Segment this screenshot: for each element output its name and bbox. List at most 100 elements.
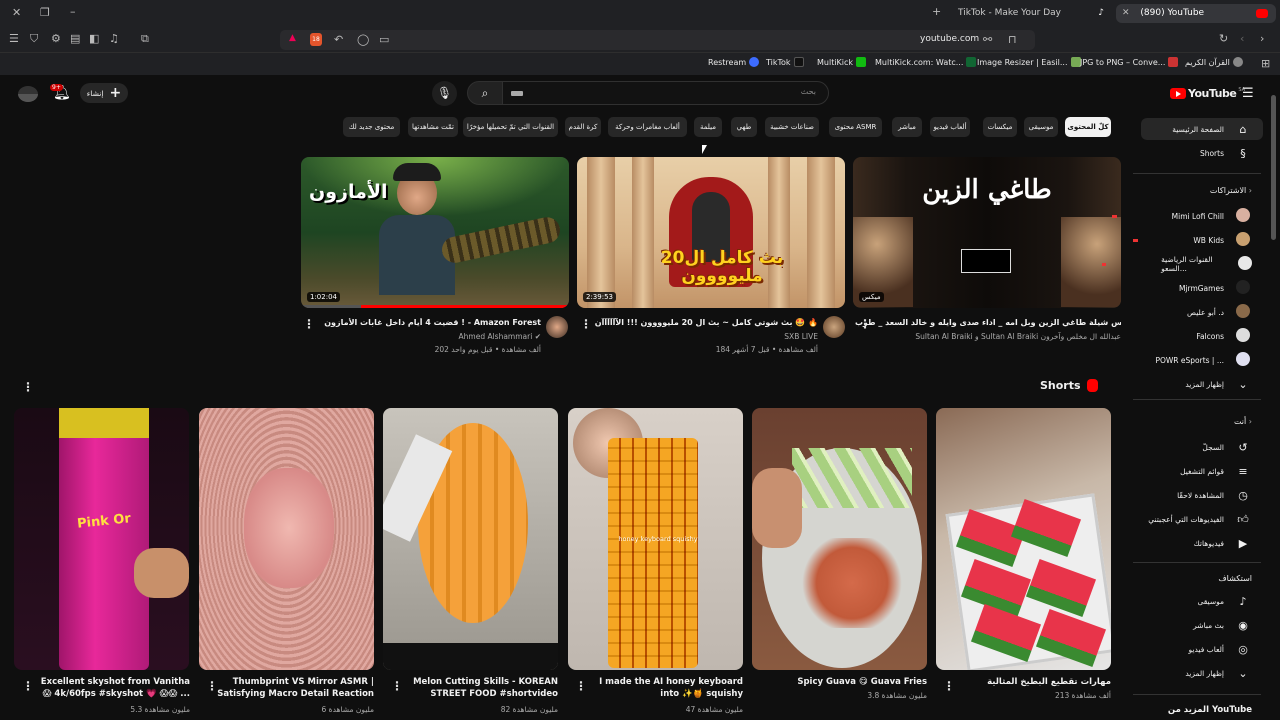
video-thumbnail[interactable]: الأمازون 1:02:04 [301, 157, 569, 308]
short-thumbnail[interactable] [752, 408, 927, 670]
sidebar-item-chevron-down[interactable]: إظهار المزيد ⌄ [1102, 662, 1252, 684]
close-window-icon[interactable]: ✕ [12, 6, 21, 19]
menu-icon[interactable]: ☰ [9, 32, 19, 45]
subscription-item[interactable]: د. أبو عليص [1102, 301, 1252, 323]
channel-avatar[interactable] [823, 316, 845, 338]
brave-rewards-icon[interactable]: ▲ [289, 33, 296, 43]
chip-7[interactable]: طهي [731, 117, 757, 137]
subscription-item[interactable]: Falcons [1102, 325, 1252, 347]
sidebar-item-home[interactable]: الصفحة الرئيسية ⌂ [1102, 118, 1252, 140]
more-actions-icon[interactable]: ⋮ [391, 680, 403, 692]
video-thumbnail[interactable]: بث كامل ال20 مليوووون 2:39:53 [577, 157, 845, 308]
sidebar-item-shorts[interactable]: Shorts § [1102, 142, 1252, 164]
more-actions-icon[interactable]: ⋮ [206, 680, 218, 692]
video-channel[interactable]: Ahmed Alshammari ✔ [312, 332, 541, 341]
chat-icon[interactable]: ◯ [357, 33, 369, 46]
tabs-icon[interactable]: ▤ [70, 32, 80, 45]
short-title[interactable]: مهارات تقطيع البطيخ المثالية [955, 676, 1111, 688]
video-title[interactable]: مكس شيلة طاغي الزين وبل امه _ اداء صدى و… [855, 318, 1121, 327]
address-bar[interactable]: ▲ 18 ↶ ◯ ▭ youtube.com ⚯ ⊓ [280, 30, 1035, 50]
youtube-logo[interactable]: YouTube SA [1170, 87, 1245, 100]
sidebar-item-gaming[interactable]: ألعاب فيديو ◎ [1102, 638, 1252, 660]
more-actions-icon[interactable]: ⋮ [303, 318, 315, 330]
channel-name[interactable]: SXB LIVE [784, 332, 818, 341]
subscriptions-header[interactable]: الاشتراكات › [1210, 186, 1252, 195]
video-thumbnail[interactable]: طاغي الزين ميكس [853, 157, 1121, 308]
brave-shield-icon[interactable]: 18 [310, 33, 322, 46]
short-title[interactable]: I made the AI honey keyboard into ✨🍯 squ… [578, 676, 743, 700]
sidebar-item-video[interactable]: فيديوهاتك ▶ [1102, 532, 1252, 554]
minimize-window-icon[interactable]: – [70, 5, 76, 18]
sidebar-item-like[interactable]: الفيديوهات التي أعجبتني 👍︎ [1102, 508, 1252, 530]
bookmark-multikick[interactable]: MultiKick [817, 57, 867, 67]
shield-icon[interactable]: ⛉ [30, 32, 38, 46]
sidebar-item-music[interactable]: موسيقى ♪ [1102, 590, 1252, 612]
more-actions-icon[interactable]: ⋮ [580, 318, 592, 330]
bookmark-restream[interactable]: Restream [708, 57, 760, 67]
show-more-subscriptions[interactable]: إظهار المزيد ⌄ [1102, 373, 1252, 395]
back-icon[interactable]: ‹ [1240, 32, 1244, 45]
search-button[interactable]: ⌕ [467, 81, 503, 105]
sidebar-icon[interactable]: ◧ [89, 32, 99, 45]
video-channel[interactable]: Sultan Al Braiki و Sultan Al Braiki عبدا… [855, 332, 1121, 341]
bookmark-image-resizer[interactable]: Image Resizer | Easil... [977, 57, 1081, 67]
reload-icon[interactable]: ↻ [1219, 32, 1228, 45]
chip-11[interactable]: القنوات التي تمّ تحميلها مؤخرًا [463, 117, 558, 137]
short-title[interactable]: Melon Cutting Skills - KOREAN STREET FOO… [395, 676, 558, 700]
sidebar-item-playlist[interactable]: قوائم التشغيل ≡ [1102, 460, 1252, 482]
channel-name[interactable]: Ahmed Alshammari [459, 332, 533, 341]
tab-youtube[interactable]: ✕ (890) YouTube [1116, 4, 1276, 23]
sidebar-item-live[interactable]: بث مباشر ◉ [1102, 614, 1252, 636]
sidebar-item-clock[interactable]: المشاهدة لاحقًا ◷ [1102, 484, 1252, 506]
more-actions-icon[interactable]: ⋮ [575, 680, 587, 692]
subscription-item[interactable]: القنوات الرياضية السعو... [1102, 253, 1252, 275]
cast-icon[interactable]: ▭ [379, 33, 389, 46]
video-channel[interactable]: SXB LIVE [590, 332, 818, 341]
subscription-item[interactable]: WB Kids [1102, 229, 1252, 251]
short-thumbnail[interactable] [199, 408, 374, 670]
music-icon[interactable]: ♫ [109, 32, 119, 45]
bookmark-quran[interactable]: القرآن الكريم [1185, 57, 1243, 67]
video-title[interactable]: بث شوتي كامل ~ بث ال 20 مليوووون !!! الآ… [590, 318, 818, 327]
video-title[interactable]: قضيت 4 أيام داخل غابات الأمازون ! - Amaz… [312, 318, 541, 327]
bookmark-tiktok[interactable]: TikTok [766, 57, 804, 67]
chip-5[interactable]: محتوى ASMR [829, 117, 882, 137]
back-share-icon[interactable]: ↶ [334, 33, 343, 46]
screenshot-icon[interactable]: ⧉ [141, 32, 149, 46]
bookmark-jpg-to-png[interactable]: JPG to PNG – Conve... [1080, 57, 1179, 67]
chip-1[interactable]: موسيقى [1024, 117, 1058, 137]
bookmark-icon[interactable]: ⊓ [1008, 33, 1017, 46]
avatar[interactable] [18, 86, 38, 102]
short-title[interactable]: Thumbprint VS Mirror ASMR | Satisfying M… [205, 676, 374, 700]
shorts-more-icon[interactable]: ⋮ [22, 381, 34, 393]
tab-tiktok[interactable]: TikTok - Make Your Day ♪ [950, 4, 1110, 23]
site-settings-icon[interactable]: ⚯ [983, 33, 992, 46]
more-actions-icon[interactable]: ⋮ [22, 680, 34, 692]
subscription-item[interactable]: MjrmGames [1102, 277, 1252, 299]
all-bookmarks-icon[interactable]: ⊞ [1261, 57, 1270, 70]
sidebar-item-history[interactable]: السجلّ ↺ [1102, 436, 1252, 458]
channel-avatar[interactable] [546, 316, 568, 338]
chip-2[interactable]: ميكسات [983, 117, 1017, 137]
chip-10[interactable]: كرة القدم [565, 117, 601, 137]
restore-window-icon[interactable]: ❐ [40, 6, 50, 19]
create-button[interactable]: إنشاء + [80, 83, 128, 103]
scrollbar[interactable] [1271, 95, 1276, 240]
chip-3[interactable]: ألعاب فيديو [930, 117, 970, 137]
short-thumbnail[interactable]: Pink Or [14, 408, 189, 670]
subscription-item[interactable]: Mimi Lofi Chill [1102, 205, 1252, 227]
settings-icon[interactable]: ⚙ [51, 32, 61, 45]
new-tab-icon[interactable]: + [932, 5, 941, 18]
short-thumbnail[interactable] [383, 408, 558, 670]
close-tab-icon[interactable]: ✕ [1122, 8, 1130, 18]
subscription-item[interactable]: POWR eSports | ... [1102, 349, 1252, 371]
short-title[interactable]: Spicy Guava 😋 Guava Fries [762, 676, 927, 688]
bookmark-multikick-watch[interactable]: MultiKick.com: Watc... [875, 57, 977, 67]
hamburger-menu-icon[interactable]: ☰ [1242, 86, 1254, 101]
search-input[interactable]: بحث [502, 81, 829, 105]
short-thumbnail[interactable]: honey keyboard squishy [568, 408, 743, 670]
chip-13[interactable]: محتوى جديد لك [343, 117, 400, 137]
chip-6[interactable]: صناعات خشبية [765, 117, 819, 137]
more-actions-icon[interactable]: ⋮ [859, 318, 871, 330]
chip-4[interactable]: مباشر [892, 117, 922, 137]
